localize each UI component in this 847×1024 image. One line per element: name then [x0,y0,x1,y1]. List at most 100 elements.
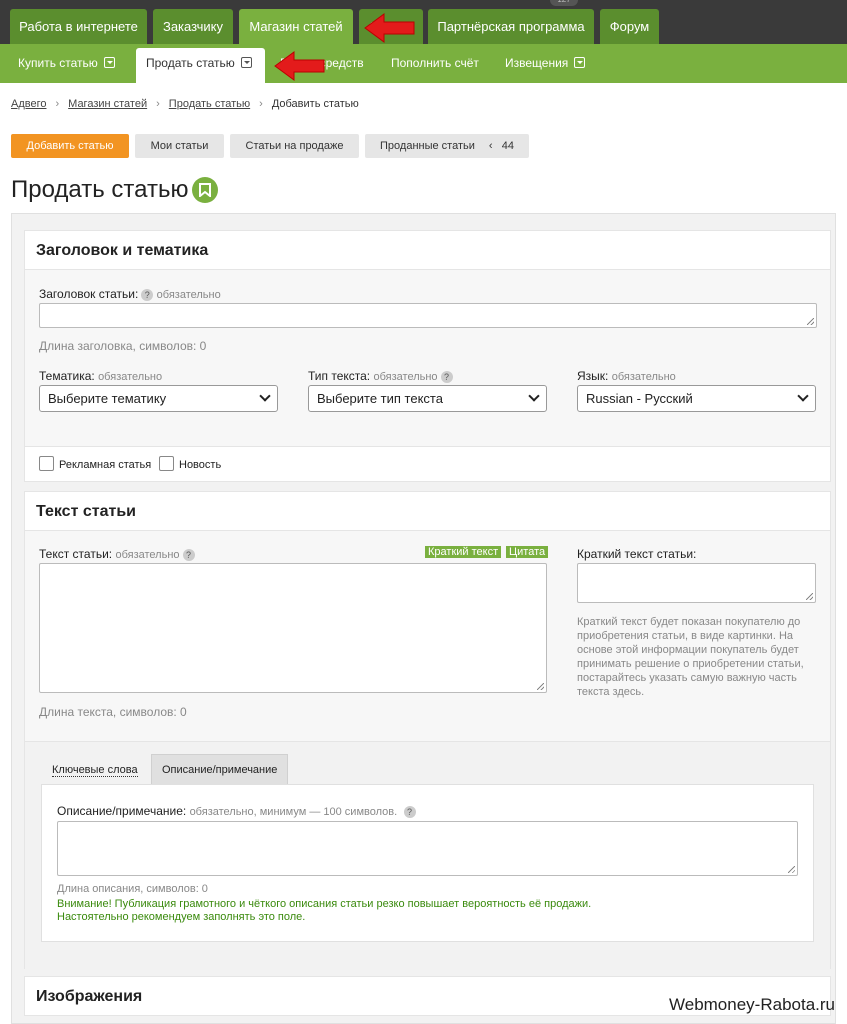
breadcrumb-link[interactable]: Продать статью [169,98,250,110]
label-text: Тематика: [39,369,95,383]
add-article-button[interactable]: Добавить статью [11,134,129,158]
section-title: Изображения [36,988,143,1005]
subnav-notifications-label: Извещения [505,56,569,70]
help-icon[interactable]: ? [440,370,453,383]
short-text-tag-button[interactable]: Краткий текст [425,546,502,558]
title-length-counter: Длина заголовка, символов: 0 [39,339,207,353]
bookmark-icon[interactable] [192,177,218,203]
topic-label: Тематика: обязательно [39,369,162,383]
text-type-select-value: Выберите тип текста [317,391,443,406]
chevron-down-icon [797,390,809,402]
breadcrumb-link[interactable]: Адвего [11,98,46,110]
short-text-area[interactable] [577,563,816,603]
form-card: Заголовок и тематика Заголовок статьи:? … [11,213,836,1024]
news-label: Новость [179,459,222,471]
tab-article-shop[interactable]: Магазин статей [239,9,353,44]
checkbox-row: Рекламная статья Новость [24,446,831,482]
resize-grip-icon[interactable] [807,318,814,325]
sold-count: ‹ 44 [488,140,514,152]
section-title: Текст статьи [36,503,136,520]
subnav-notifications[interactable]: Извещения [505,44,586,83]
my-articles-button[interactable]: Мои статьи [135,134,224,158]
news-checkbox[interactable] [159,456,174,471]
resize-grip-icon[interactable] [806,593,813,600]
sold-articles-button[interactable]: Проданные статьи ‹ 44 [365,134,529,158]
breadcrumb: Адвего › Магазин статей › Продать статью › Доб… [11,98,359,110]
topic-select-value: Выберите тематику [48,391,167,406]
required-hint: обязательно [373,371,438,383]
articles-on-sale-button[interactable]: Статьи на продаже [230,134,359,158]
text-type-label: Тип текста: обязательно? [308,369,453,383]
label-text: Язык: [577,369,609,383]
ad-article-checkbox[interactable] [39,456,54,471]
ad-article-label: Рекламная статья [59,459,152,471]
label-text: Текст статьи: [39,547,113,561]
chevron-down-icon [259,390,271,402]
description-text-area[interactable] [57,821,798,876]
dropdown-icon[interactable] [574,57,586,69]
description-panel: Ключевые слова Описание/примечание Описа… [24,741,831,969]
description-length-counter: Длина описания, символов: 0 [57,883,208,895]
required-hint: обязательно [115,549,180,561]
language-select-value: Russian - Русский [586,391,693,406]
page-title: Продать статью [11,176,189,203]
resize-grip-icon[interactable] [537,683,544,690]
tab-partner-program[interactable]: Партнёрская программа [428,9,594,44]
short-text-label: Краткий текст статьи: [577,547,697,561]
title-field-label: Заголовок статьи:? обязательно [39,287,221,301]
help-icon[interactable]: ? [141,288,154,301]
tab-work-online[interactable]: Работа в интернете [10,9,147,44]
section-header: Заголовок и тематика [24,230,831,270]
help-icon[interactable]: ? [182,548,195,561]
required-hint: обязательно [156,289,221,301]
chevron-down-icon [528,390,540,402]
chevron-right-icon: › [156,98,160,110]
dropdown-icon[interactable] [240,57,252,69]
description-box: Описание/примечание: обязательно, миниму… [41,784,814,942]
description-label: Описание/примечание: обязательно, миниму… [57,804,416,818]
chevron-right-icon: › [55,98,60,110]
description-warning: Внимание! Публикация грамотного и чётког… [57,898,592,910]
tab-customer[interactable]: Заказчику [153,9,233,44]
subnav-buy-label: Купить статью [18,56,98,70]
article-text-area[interactable] [39,563,547,693]
watermark: Webmoney-Rabota.ru [669,995,835,1014]
section-panel: Заголовок статьи:? обязательно Длина заг… [24,270,831,446]
section-title: Заголовок и тематика [36,242,209,259]
breadcrumb-current: Добавить статью [271,98,359,110]
quote-tag-button[interactable]: Цитата [506,546,549,558]
language-select[interactable]: Russian - Русский [577,385,816,412]
tab-description[interactable]: Описание/примечание [151,754,289,784]
subnav-buy-article[interactable]: Купить статью [18,44,115,83]
topic-select[interactable]: Выберите тематику [39,385,278,412]
sold-count-value: 44 [501,140,514,152]
help-icon[interactable]: ? [403,805,416,818]
chevron-right-icon: › [259,98,263,110]
text-length-counter: Длина текста, символов: 0 [39,705,187,719]
section-panel: Текст статьи: обязательно? Краткий текст… [24,531,831,741]
description-recommendation: Настоятельно рекомендуем заполнять это п… [57,911,306,923]
section-header: Текст статьи [24,491,831,531]
required-hint: обязательно [98,371,163,383]
subnav-topup[interactable]: Пополнить счёт [391,44,479,83]
required-hint: обязательно, минимум — 100 символов. [189,806,398,818]
counter-badge: 127 [550,0,578,6]
red-arrow-annotation [274,51,325,81]
subnav-sell-article[interactable]: Продать статью [136,48,265,83]
text-type-select[interactable]: Выберите тип текста [308,385,547,412]
sub-navigation: Купить статью Продать статью Вывод средс… [0,44,847,83]
short-text-help: Краткий текст будет показан покупателю д… [577,616,804,698]
label-text: Описание/примечание: [57,804,187,818]
label-text: Тип текста: [308,369,371,383]
breadcrumb-link[interactable]: Магазин статей [68,98,147,110]
required-hint: обязательно [611,371,676,383]
language-label: Язык: обязательно [577,369,676,383]
text-field-label: Текст статьи: обязательно? [39,547,195,561]
tab-keywords[interactable]: Ключевые слова [52,764,138,777]
label-text: Заголовок статьи: [39,287,139,301]
article-title-input[interactable] [39,303,817,328]
dropdown-icon[interactable] [103,57,115,69]
subnav-sell-label: Продать статью [146,56,235,70]
resize-grip-icon[interactable] [788,866,795,873]
tab-forum[interactable]: Форум [600,9,659,44]
